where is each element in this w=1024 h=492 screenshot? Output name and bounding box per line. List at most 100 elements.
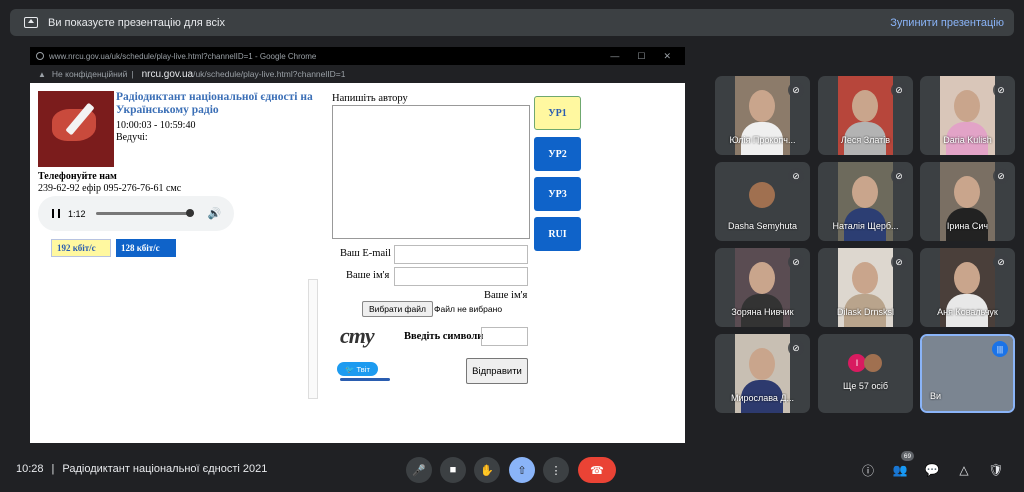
channel-ur1-button[interactable]: УР1	[534, 96, 581, 130]
mic-button[interactable]: 🎤	[406, 457, 432, 483]
participant-name: Аня Ковальчук	[937, 307, 998, 317]
mic-off-icon: ⊘	[891, 82, 907, 98]
name-error: Ваше ім'я	[484, 290, 528, 301]
separator: |	[51, 463, 55, 475]
host-controls-icon[interactable]: 🛡	[985, 459, 1007, 481]
more-participants-label: Ще 57 осіб	[842, 381, 889, 391]
participant-name: Dasha Semyhuta	[727, 221, 798, 231]
phone-heading: Телефонуйте нам	[38, 171, 117, 182]
volume-icon[interactable]: 🔊	[208, 207, 222, 220]
security-label: Не конфіденційний	[51, 69, 128, 79]
participant-name: Ви	[930, 391, 942, 401]
participant-name: Daria Kulish	[943, 135, 992, 145]
player-time: 1:12	[68, 208, 86, 219]
camera-icon: ■	[449, 464, 457, 476]
email-label: Ваш E-mail	[340, 248, 391, 259]
present-screen-icon	[24, 17, 38, 28]
send-button[interactable]: Відправити	[466, 358, 528, 384]
audio-player: 1:12 🔊	[38, 196, 234, 231]
mic-icon: 🎤	[412, 464, 426, 477]
chat-icon[interactable]: 💬	[921, 459, 943, 481]
info-icon[interactable]: ⓘ	[857, 459, 879, 481]
address-bar[interactable]: ▲ Не конфіденційний | nrcu.gov.ua /uk/sc…	[30, 65, 685, 83]
pause-icon[interactable]	[52, 209, 60, 218]
browser-title-bar: www.nrcu.gov.ua/uk/schedule/play-live.ht…	[30, 47, 685, 65]
self-tile[interactable]: ||| Ви	[920, 334, 1015, 413]
mic-off-icon: ⊘	[993, 168, 1009, 184]
participant-tile[interactable]: ⊘ Мирослава Д...	[715, 334, 810, 413]
hand-icon: ✋	[480, 464, 494, 477]
window-controls: — ☐ ✕	[610, 51, 685, 62]
more-options-button[interactable]: ⋮	[543, 457, 569, 483]
present-icon: ⇧	[517, 464, 527, 477]
bitrate-128-button[interactable]: 128 кбіт/с	[116, 239, 176, 257]
participant-tile[interactable]: ⊘ Dilask Drnsksl	[818, 248, 913, 327]
email-field[interactable]	[394, 245, 528, 264]
camera-button[interactable]: ■	[440, 457, 466, 483]
player-progress[interactable]	[95, 209, 194, 217]
clock: 10:28	[16, 463, 44, 475]
program-title[interactable]: Радіодиктант національної єдності на Укр…	[116, 91, 326, 117]
channel-ur3-button[interactable]: УР3	[534, 177, 581, 211]
message-textarea[interactable]	[332, 105, 530, 239]
presenting-text: Ви показуєте презентацію для всіх	[48, 16, 225, 29]
presenting-banner: Ви показуєте презентацію для всіх Зупини…	[10, 9, 1014, 36]
bitrate-192-button[interactable]: 192 кбіт/с	[51, 239, 111, 257]
share-line	[340, 378, 390, 381]
channel-rui-button[interactable]: RUI	[534, 217, 581, 251]
scrollbar[interactable]	[308, 279, 318, 399]
activities-icon[interactable]: △	[953, 459, 975, 481]
twitter-icon: 🐦	[345, 364, 355, 374]
browser-window-title: www.nrcu.gov.ua/uk/schedule/play-live.ht…	[49, 51, 317, 61]
more-participants-tile[interactable]: I Ще 57 осіб	[818, 334, 913, 413]
close-icon[interactable]: ✕	[663, 51, 671, 62]
avatar	[749, 182, 775, 208]
globe-icon	[36, 52, 44, 60]
url-path: /uk/schedule/play-live.html?channelID=1	[193, 69, 346, 79]
captcha-input[interactable]	[481, 327, 528, 346]
write-author-label: Напишіть автору	[332, 93, 408, 104]
radio-logo	[38, 91, 114, 167]
host-label: Ведучі:	[116, 132, 148, 143]
captcha-label: Введіть символи	[404, 331, 484, 342]
participant-tile[interactable]: ⊘ Аня Ковальчук	[920, 248, 1015, 327]
maximize-icon[interactable]: ☐	[637, 51, 645, 62]
avatar	[864, 354, 882, 372]
progress-knob[interactable]	[185, 209, 194, 217]
mic-off-icon: ⊘	[788, 168, 804, 184]
leave-call-button[interactable]: ☎	[578, 457, 616, 483]
people-icon[interactable]: 👥	[889, 459, 911, 481]
participant-tile[interactable]: ⊘ Зоряна Нивчик	[715, 248, 810, 327]
mic-off-icon: ⊘	[891, 254, 907, 270]
more-vert-icon: ⋮	[550, 464, 562, 477]
participant-tile[interactable]: ⊘ Daria Kulish	[920, 76, 1015, 155]
captcha-image: cmy	[340, 323, 375, 348]
raise-hand-button[interactable]: ✋	[474, 457, 500, 483]
participant-name: Мирослава Д...	[730, 393, 795, 403]
mic-off-icon: ⊘	[993, 254, 1009, 270]
web-page: Радіодиктант національної єдності на Укр…	[30, 83, 685, 443]
name-field[interactable]	[394, 267, 528, 286]
channel-ur2-button[interactable]: УР2	[534, 137, 581, 171]
mic-off-icon: ⊘	[891, 168, 907, 184]
minimize-icon[interactable]: —	[610, 51, 619, 62]
phone-numbers: 239-62-92 ефір 095-276-76-61 смс	[38, 183, 182, 194]
participant-name: Юлія Прокопч...	[729, 135, 796, 145]
participant-tile[interactable]: ⊘ Ірина Сич	[920, 162, 1015, 241]
speaking-indicator-icon: |||	[992, 341, 1008, 357]
tweet-button[interactable]: 🐦 Твіт	[337, 362, 378, 376]
name-label: Ваше ім'я	[346, 270, 390, 281]
participant-tile[interactable]: ⊘ Юлія Прокопч...	[715, 76, 810, 155]
participant-tile[interactable]: ⊘ Леся Златів	[818, 76, 913, 155]
choose-file-button[interactable]: Вибрати файл	[362, 301, 433, 317]
mic-off-icon: ⊘	[993, 82, 1009, 98]
participant-tile[interactable]: ⊘ Dasha Semyhuta	[715, 162, 810, 241]
participant-tile[interactable]: ⊘ Наталія Щерб...	[818, 162, 913, 241]
people-count-badge: 69	[901, 451, 914, 461]
hang-up-icon: ☎	[590, 464, 604, 477]
participant-name: Наталія Щерб...	[832, 221, 899, 231]
participant-name: Зоряна Нивчик	[731, 307, 794, 317]
meeting-title: Радіодиктант національної єдності 2021	[62, 463, 268, 475]
present-button[interactable]: ⇧	[509, 457, 535, 483]
stop-presenting-button[interactable]: Зупинити презентацію	[890, 17, 1004, 29]
